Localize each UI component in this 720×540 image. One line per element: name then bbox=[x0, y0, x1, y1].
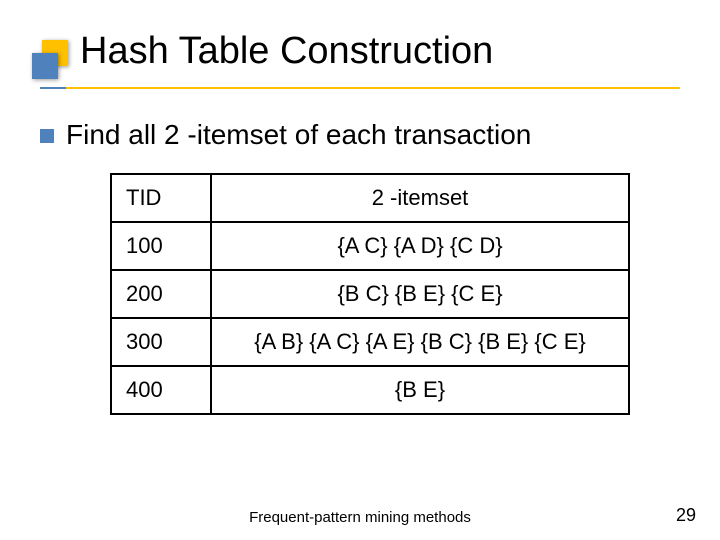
page-number: 29 bbox=[676, 505, 696, 526]
header-tid: TID bbox=[111, 174, 211, 222]
footer-text: Frequent-pattern mining methods bbox=[0, 509, 720, 526]
cell-tid: 300 bbox=[111, 318, 211, 366]
title-block: Hash Table Construction bbox=[0, 0, 720, 81]
cell-itemset: {B E} bbox=[211, 366, 629, 414]
table-wrap: TID 2 -itemset 100 {A C} {A D} {C D} 200… bbox=[110, 173, 630, 415]
bullet-text: Find all 2 -itemset of each transaction bbox=[66, 119, 531, 151]
slide: Hash Table Construction Find all 2 -item… bbox=[0, 0, 720, 540]
table-row: 400 {B E} bbox=[111, 366, 629, 414]
bullet-row: Find all 2 -itemset of each transaction bbox=[40, 119, 680, 151]
cell-itemset: {A B} {A C} {A E} {B C} {B E} {C E} bbox=[211, 318, 629, 366]
decor-square-blue bbox=[32, 53, 58, 79]
table-row: 300 {A B} {A C} {A E} {B C} {B E} {C E} bbox=[111, 318, 629, 366]
table-row: 100 {A C} {A D} {C D} bbox=[111, 222, 629, 270]
slide-body: Find all 2 -itemset of each transaction … bbox=[0, 89, 720, 415]
itemset-table: TID 2 -itemset 100 {A C} {A D} {C D} 200… bbox=[110, 173, 630, 415]
bullet-square-icon bbox=[40, 129, 54, 143]
cell-itemset: {A C} {A D} {C D} bbox=[211, 222, 629, 270]
cell-itemset: {B C} {B E} {C E} bbox=[211, 270, 629, 318]
slide-title: Hash Table Construction bbox=[80, 30, 720, 73]
header-itemset: 2 -itemset bbox=[211, 174, 629, 222]
table-row: 200 {B C} {B E} {C E} bbox=[111, 270, 629, 318]
cell-tid: 400 bbox=[111, 366, 211, 414]
cell-tid: 100 bbox=[111, 222, 211, 270]
cell-tid: 200 bbox=[111, 270, 211, 318]
table-header-row: TID 2 -itemset bbox=[111, 174, 629, 222]
